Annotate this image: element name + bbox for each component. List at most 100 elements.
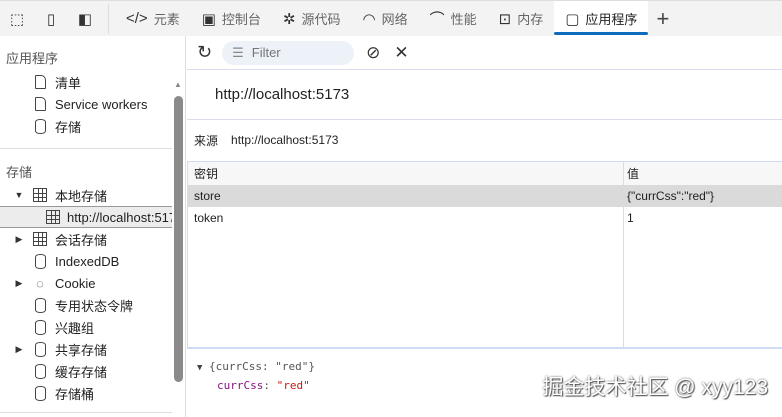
sidebar: 应用程序 清单 Service workers 存储 存储 ▼ 本地存储 http… (0, 36, 186, 417)
sidebar-item-label: 共享存储 (55, 342, 108, 358)
sidebar-item-storage-buckets[interactable]: 存储桶 (0, 382, 172, 404)
database-icon (32, 253, 48, 269)
sidebar-item-localhost[interactable]: http://localhost:5173 (0, 206, 172, 228)
expanded-arrow-icon[interactable]: ▼ (197, 363, 202, 373)
tab-network[interactable]: ◠ 网络 (352, 1, 419, 37)
collapsed-arrow-icon[interactable]: ▶ (14, 278, 24, 289)
tab-label: 应用程序 (585, 12, 638, 27)
sidebar-item-label: 专用状态令牌 (55, 298, 134, 314)
dock-icon[interactable]: ◧ (68, 1, 102, 37)
code-icon: </> (126, 10, 148, 27)
refresh-icon[interactable]: ↻ (197, 42, 212, 63)
preview-key: currCss (217, 379, 264, 392)
delete-selected-icon[interactable]: ✕ (394, 43, 408, 63)
origin-value: http://localhost:5173 (231, 133, 339, 147)
sidebar-item-cookie[interactable]: ▶ ◌ Cookie (0, 272, 172, 294)
value-preview: ▼ {currCss: "red"} currCss: "red" (197, 358, 315, 394)
database-icon (32, 341, 48, 357)
sidebar-item-label: 存储桶 (55, 386, 95, 402)
sidebar-item-label: 缓存存储 (55, 364, 108, 380)
table-icon (46, 209, 60, 225)
tab-label: 控制台 (221, 12, 261, 27)
sidebar-item-private-state-tokens[interactable]: 专用状态令牌 (0, 294, 172, 316)
sidebar-item-session-storage[interactable]: ▶ 会话存储 (0, 228, 172, 250)
tab-elements[interactable]: </> 元素 (115, 1, 191, 37)
sidebar-item-service-workers[interactable]: Service workers (0, 93, 172, 115)
divider (108, 3, 109, 34)
gauge-icon: ⌒ (429, 11, 445, 28)
table-icon (32, 187, 48, 203)
bug-icon: ✲ (282, 10, 296, 28)
divider (0, 148, 172, 149)
sidebar-item-label: http://localhost:5173 (67, 209, 172, 225)
table-icon (32, 231, 48, 247)
toolbar: ↻ ☰ ⊘ ✕ (187, 36, 782, 70)
tab-sources[interactable]: ✲ 源代码 (272, 1, 352, 37)
sidebar-item-label: IndexedDB (55, 253, 120, 269)
sidebar-item-label: 会话存储 (55, 232, 108, 248)
table-header: 密钥值 (188, 162, 782, 185)
sidebar-item-storage[interactable]: 存储 (0, 115, 172, 137)
document-icon (32, 74, 48, 90)
sidebar-item-shared-storage[interactable]: ▶ 共享存储 (0, 338, 172, 360)
sidebar-item-label: Cookie (55, 275, 96, 291)
sidebar-item-label: 本地存储 (55, 188, 108, 204)
column-header-key[interactable]: 密钥 (188, 165, 623, 182)
console-icon: ▣ (201, 10, 216, 28)
tab-console[interactable]: ▣ 控制台 (191, 1, 272, 37)
tab-memory[interactable]: ⊡ 内存 (488, 1, 555, 37)
sidebar-scrollbar[interactable] (174, 96, 183, 382)
preview-summary: {currCss: "red"} (209, 360, 316, 373)
filter-icon: ☰ (232, 44, 244, 60)
origin-row: 来源 http://localhost:5173 (187, 120, 782, 160)
expanded-arrow-icon[interactable]: ▼ (14, 190, 24, 200)
section-application: 应用程序 (6, 51, 59, 66)
database-icon (32, 363, 48, 379)
preview-value: "red" (276, 379, 310, 392)
clear-all-icon[interactable]: ⊘ (366, 43, 380, 63)
cookie-icon: ◌ (36, 275, 44, 291)
column-header-value[interactable]: 值 (623, 165, 782, 182)
sidebar-item-cache-storage[interactable]: 缓存存储 (0, 360, 172, 382)
inspect-element-icon[interactable]: ⬚ (0, 1, 34, 37)
scroll-up-arrow-icon[interactable]: ▲ (174, 80, 182, 89)
page-title: http://localhost:5173 (187, 70, 782, 120)
sidebar-item-indexeddb[interactable]: IndexedDB (0, 250, 172, 272)
table-row[interactable]: token 1 (188, 207, 782, 229)
wifi-icon: ◠ (362, 10, 376, 28)
preview-colon: : (263, 379, 277, 392)
watermark: 掘金技术社区 @ xyy123 (542, 376, 768, 399)
tab-label: 源代码 (301, 12, 341, 27)
sidebar-item-label: 兴趣组 (55, 320, 95, 336)
sidebar-item-interest-groups[interactable]: 兴趣组 (0, 316, 172, 338)
tab-label: 元素 (153, 12, 180, 27)
divider (0, 412, 172, 413)
main-panel: ↻ ☰ ⊘ ✕ http://localhost:5173 来源 http://l… (187, 36, 782, 417)
sidebar-item-manifest[interactable]: 清单 (0, 71, 172, 93)
sidebar-item-label: 清单 (55, 75, 82, 91)
cell-value[interactable]: {"currCss":"red"} (623, 189, 782, 203)
sidebar-item-label: 存储 (55, 119, 82, 135)
filter-input[interactable] (251, 45, 342, 60)
sidebar-item-label: Service workers (55, 96, 148, 112)
add-tab-button[interactable]: + (656, 6, 669, 32)
database-icon (32, 319, 48, 335)
filter-box[interactable]: ☰ (222, 40, 355, 65)
storage-table: 密钥值 store {"currCss":"red"} token 1 (187, 161, 782, 349)
chip-icon: ⊡ (498, 10, 512, 28)
collapsed-arrow-icon[interactable]: ▶ (14, 344, 24, 355)
sidebar-item-local-storage[interactable]: ▼ 本地存储 (0, 184, 172, 206)
table-row[interactable]: store {"currCss":"red"} (188, 185, 782, 207)
tab-performance[interactable]: ⌒ 性能 (419, 1, 488, 37)
tab-application[interactable]: ▢ 应用程序 (554, 0, 649, 37)
section-storage: 存储 (6, 165, 33, 180)
device-emulation-icon[interactable]: ▯ (34, 1, 68, 37)
tab-label: 内存 (517, 12, 544, 27)
cell-key[interactable]: store (188, 189, 623, 203)
cell-value[interactable]: 1 (623, 211, 782, 225)
collapsed-arrow-icon[interactable]: ▶ (14, 234, 24, 245)
column-divider[interactable] (623, 162, 624, 347)
cell-key[interactable]: token (188, 211, 623, 225)
origin-label: 来源 (194, 133, 219, 148)
window-icon: ▢ (565, 10, 580, 28)
